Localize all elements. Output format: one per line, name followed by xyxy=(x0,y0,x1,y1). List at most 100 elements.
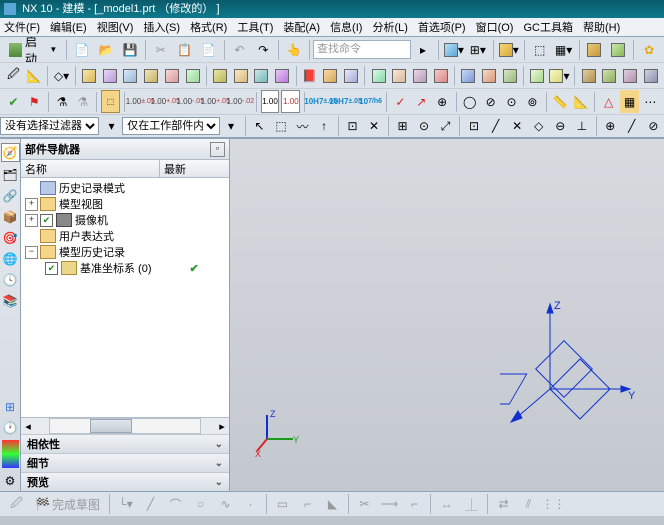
sketch-task-icon[interactable]: 📐 xyxy=(25,64,44,87)
tree-cameras[interactable]: +✔摄像机 xyxy=(21,212,229,228)
undo-icon[interactable]: ↶ xyxy=(228,38,250,61)
rect-icon[interactable]: ▭ xyxy=(271,493,294,516)
snap-near-icon[interactable]: ╱ xyxy=(622,115,642,138)
rb-hd3d-icon[interactable]: 🎯 xyxy=(2,229,19,246)
move-face-icon[interactable] xyxy=(369,64,388,87)
menu-tools[interactable]: 工具(T) xyxy=(237,19,273,35)
sk-constraint-icon[interactable]: ⏊ xyxy=(460,493,483,516)
assy3-icon[interactable] xyxy=(621,64,640,87)
section-details[interactable]: 细节⌄ xyxy=(21,453,229,472)
layer-icon[interactable]: ▦▾ xyxy=(553,38,575,61)
layout-icon[interactable]: ⊞▾ xyxy=(467,38,489,61)
menu-preferences[interactable]: 首选项(P) xyxy=(418,19,466,35)
assy1-icon[interactable] xyxy=(579,64,598,87)
snap-off-icon[interactable]: ⊘ xyxy=(644,115,664,138)
snap-on-icon[interactable]: ⊕ xyxy=(600,115,620,138)
offset-face-icon[interactable] xyxy=(390,64,409,87)
gdt-icon[interactable]: ⊕ xyxy=(433,90,452,113)
spline-icon[interactable]: ∿ xyxy=(214,493,237,516)
redo-icon[interactable]: ↷ xyxy=(252,38,274,61)
quick-trim-icon[interactable]: ✂ xyxy=(353,493,376,516)
chamfer-icon[interactable] xyxy=(231,64,250,87)
book-icon[interactable]: 📕 xyxy=(300,64,319,87)
snap-center-icon[interactable]: ⊙ xyxy=(414,115,434,138)
datum-csys-graphic[interactable]: Z Y xyxy=(500,299,640,439)
rb-assembly-icon[interactable]: 🗂 xyxy=(2,166,19,183)
wcs-icon[interactable]: ⬚ xyxy=(529,38,551,61)
rb-history-icon[interactable]: 🕓 xyxy=(2,271,19,288)
touch-icon[interactable]: 👆 xyxy=(283,38,305,61)
wireframe-icon[interactable] xyxy=(607,38,629,61)
tol-box1[interactable]: 1.00 xyxy=(261,90,280,113)
rb-sys-icon[interactable]: ⊞ xyxy=(2,398,19,415)
section-dependencies[interactable]: 相依性⌄ xyxy=(21,434,229,453)
make-corner-icon[interactable]: ⌐ xyxy=(403,493,426,516)
sketch-icon[interactable]: 🖉 xyxy=(4,64,23,87)
snap-quad-icon[interactable]: ◇ xyxy=(529,115,549,138)
hole-icon[interactable] xyxy=(121,64,140,87)
save-icon[interactable]: 💾 xyxy=(119,38,141,61)
tree-model-views[interactable]: +模型视图 xyxy=(21,196,229,212)
snap-tan-icon[interactable]: ⊖ xyxy=(550,115,570,138)
tree-history-mode[interactable]: 历史记录模式 xyxy=(21,180,229,196)
nav-hscroll[interactable]: ◂ ▸ xyxy=(21,417,229,434)
menu-assemblies[interactable]: 装配(A) xyxy=(283,19,320,35)
new-icon[interactable]: 📄 xyxy=(71,38,93,61)
rb-reuse-icon[interactable]: 📦 xyxy=(2,208,19,225)
snap-int-icon[interactable]: ✕ xyxy=(507,115,527,138)
sk-dim-icon[interactable]: ↔ xyxy=(435,493,458,516)
col-name[interactable]: 名称 xyxy=(21,160,160,177)
tol-5[interactable]: 1.00-.02 xyxy=(229,90,252,113)
mirror-icon[interactable]: ▾ xyxy=(548,64,570,87)
datum-plane-icon[interactable]: ◇▾ xyxy=(52,64,71,87)
quick-extend-icon[interactable]: ⟶ xyxy=(378,493,401,516)
menu-file[interactable]: 文件(F) xyxy=(4,19,40,35)
shell-icon[interactable] xyxy=(273,64,292,87)
sel-clear-icon[interactable]: ✕ xyxy=(364,115,384,138)
checkbox-icon[interactable]: ✔ xyxy=(40,214,53,227)
rb-navigator-icon[interactable]: 🧭 xyxy=(1,143,20,162)
grid-icon[interactable]: ▦ xyxy=(620,90,639,113)
fit-10[interactable]: 107/h6 xyxy=(359,90,382,113)
snap-diag-icon[interactable]: ⤢ xyxy=(436,115,456,138)
open-icon[interactable]: 📂 xyxy=(95,38,117,61)
rb-roles-icon[interactable]: 📚 xyxy=(2,292,19,309)
funnel-icon[interactable]: ⚗ xyxy=(53,90,72,113)
filter-dropdown-icon[interactable]: ▾ xyxy=(102,117,122,136)
extrude-icon[interactable] xyxy=(80,64,99,87)
tol-box2[interactable]: 1.00 xyxy=(281,90,300,113)
line-icon[interactable]: ╱ xyxy=(139,493,162,516)
sel-box-icon[interactable]: ⊡ xyxy=(343,115,363,138)
tree-user-expr[interactable]: 用户表达式 xyxy=(21,228,229,244)
profile-icon[interactable]: └▾ xyxy=(114,493,137,516)
tol-4[interactable]: 1.00+.05 xyxy=(204,90,227,113)
scroll-thumb[interactable] xyxy=(90,419,132,433)
circle-icon[interactable]: ○ xyxy=(189,493,212,516)
circ4-icon[interactable]: ⊚ xyxy=(523,90,542,113)
menu-insert[interactable]: 插入(S) xyxy=(143,19,180,35)
boss-icon[interactable] xyxy=(142,64,161,87)
fillet-icon[interactable]: ⌐ xyxy=(296,493,319,516)
measure2-icon[interactable]: 📐 xyxy=(572,90,591,113)
view-orient-icon[interactable]: ▾ xyxy=(443,38,465,61)
collapse-icon[interactable]: − xyxy=(25,246,38,259)
render-style-icon[interactable]: ▾ xyxy=(498,38,520,61)
sk-mirror-icon[interactable]: ⇄ xyxy=(492,493,515,516)
more-icon[interactable]: ⋯ xyxy=(641,90,660,113)
paste-icon[interactable]: 📄 xyxy=(198,38,220,61)
assy4-icon[interactable] xyxy=(641,64,660,87)
graphics-viewport[interactable]: Z Y Z Y X xyxy=(230,139,664,491)
pad-icon[interactable] xyxy=(183,64,202,87)
tree-datum-csys[interactable]: ✔基准坐标系 (0) ✔ xyxy=(21,260,229,276)
tree-model-history[interactable]: −模型历史记录 xyxy=(21,244,229,260)
menu-analysis[interactable]: 分析(L) xyxy=(372,19,407,35)
tri-icon[interactable]: △ xyxy=(599,90,618,113)
rb-settings-icon[interactable]: ⚙ xyxy=(2,472,19,489)
snap-end-icon[interactable]: ⊡ xyxy=(464,115,484,138)
blend-icon[interactable] xyxy=(211,64,230,87)
pin-icon[interactable]: ▫ xyxy=(210,142,225,157)
scope-filter[interactable]: 仅在工作部件内 xyxy=(122,117,220,135)
unite-icon[interactable] xyxy=(459,64,478,87)
sel-arrow-icon[interactable]: ↖ xyxy=(250,115,270,138)
checkbox-icon[interactable]: ✔ xyxy=(45,262,58,275)
